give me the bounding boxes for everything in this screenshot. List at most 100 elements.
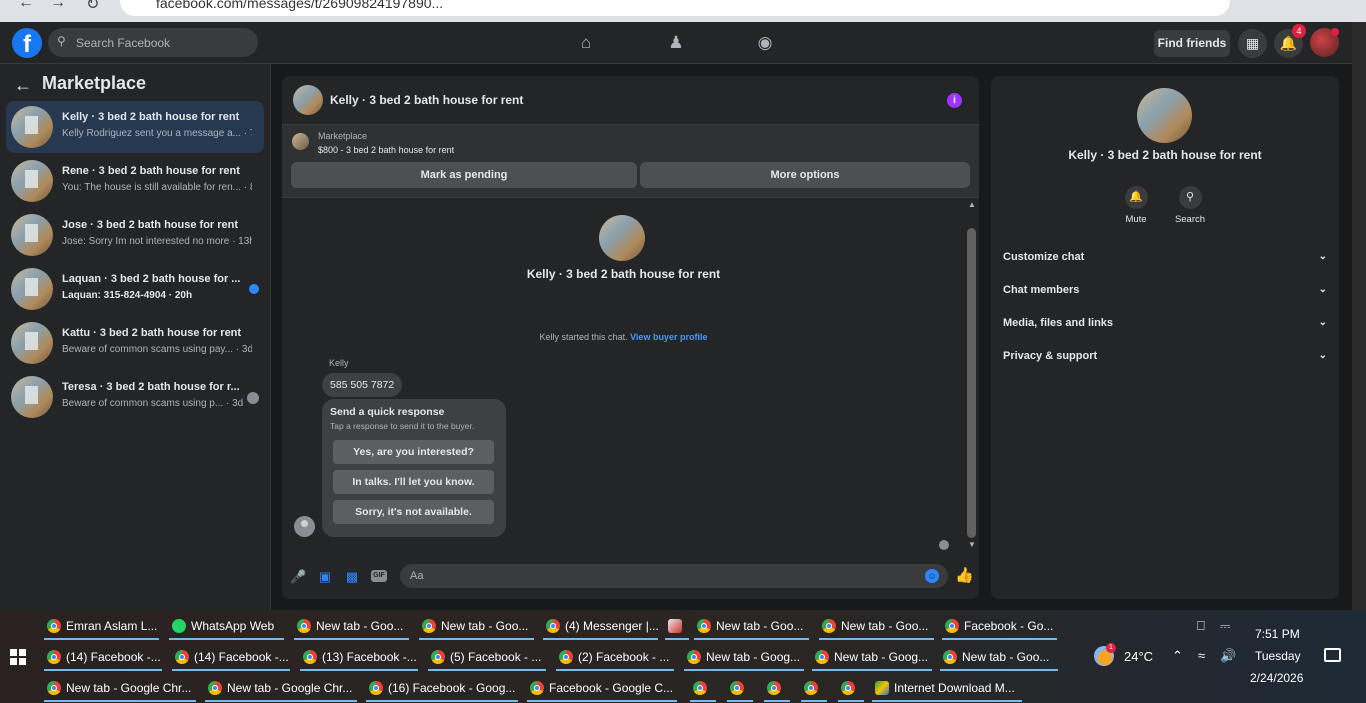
conversation-name: Teresa · 3 bed 2 bath house for r... (62, 381, 240, 393)
chat-title[interactable]: Kelly · 3 bed 2 bath house for rent (330, 93, 523, 107)
taskbar-window[interactable]: New tab - Goo... (819, 612, 934, 640)
mute-action[interactable]: 🔔 Mute (1106, 186, 1166, 225)
find-friends-button[interactable]: Find friends (1154, 30, 1230, 57)
photo-icon[interactable]: ▣ (317, 569, 333, 585)
chat-members-section[interactable]: Chat members ⌄ (1003, 284, 1327, 302)
quick-response-in-talks-button[interactable]: In talks. I'll let you know. (333, 470, 494, 494)
listing-thumbnail (11, 376, 53, 418)
chat-panel: Kelly · 3 bed 2 bath house for rent i Ma… (282, 76, 979, 599)
taskbar-window[interactable]: New tab - Goo... (294, 612, 409, 640)
tray-device-icon[interactable]: ⎕ (1197, 618, 1205, 634)
taskbar-window[interactable]: (14) Facebook -... (44, 643, 162, 671)
taskbar-window[interactable] (801, 674, 827, 702)
tray-battery-icon[interactable]: ⎓ (1220, 618, 1230, 634)
taskbar-window[interactable]: (5) Facebook - ... (428, 643, 546, 671)
conversation-item-jose[interactable]: Jose · 3 bed 2 bath house for rent Jose:… (6, 209, 264, 261)
taskbar-window[interactable]: Facebook - Go... (942, 612, 1057, 640)
taskbar-window[interactable]: New tab - Goo... (694, 612, 809, 640)
listing-price-title[interactable]: $800 - 3 bed 2 bath house for rent (318, 145, 454, 155)
taskbar-window[interactable]: New tab - Goo... (940, 643, 1058, 671)
taskbar-window[interactable]: (14) Facebook -... (172, 643, 290, 671)
more-options-button[interactable]: More options (640, 162, 970, 188)
chrome-icon (431, 650, 445, 664)
friends-icon[interactable]: ♟ (664, 31, 688, 55)
quick-response-not-available-button[interactable]: Sorry, it's not available. (333, 500, 494, 524)
facebook-logo-icon[interactable]: f (12, 28, 42, 58)
gif-icon[interactable]: GIF (371, 570, 387, 582)
search-box[interactable]: ⚲ (48, 28, 258, 57)
taskbar-window[interactable] (690, 674, 716, 702)
chat-scrollbar[interactable]: ▲ ▼ (965, 200, 979, 555)
privacy-support-section[interactable]: Privacy & support ⌄ (1003, 350, 1327, 368)
scroll-down-icon[interactable]: ▼ (968, 540, 976, 549)
view-buyer-profile-link[interactable]: View buyer profile (630, 332, 707, 342)
search-action[interactable]: ⚲ Search (1160, 186, 1220, 225)
internet-download-manager-icon (875, 681, 889, 695)
taskbar-window[interactable]: New tab - Google Chr... (44, 674, 196, 702)
home-icon[interactable]: ⌂ (574, 31, 598, 55)
taskbar-window[interactable]: New tab - Google Chr... (205, 674, 357, 702)
search-icon[interactable]: ⚲ (1178, 186, 1202, 209)
taskbar-window[interactable]: Internet Download M... (872, 674, 1022, 702)
conversation-item-laquan[interactable]: Laquan · 3 bed 2 bath house for ... Laqu… (6, 263, 264, 315)
action-center-icon[interactable] (1324, 648, 1341, 662)
temperature-label[interactable]: 24°C (1124, 649, 1153, 664)
address-bar[interactable]: facebook.com/messages/t/26909824197890..… (120, 0, 1230, 16)
conversation-item-kattu[interactable]: Kattu · 3 bed 2 bath house for rent Bewa… (6, 317, 264, 369)
taskbar-window[interactable]: New tab - Goog... (684, 643, 804, 671)
scroll-up-icon[interactable]: ▲ (968, 200, 976, 209)
clock-date[interactable]: 2/24/2026 (1250, 671, 1303, 685)
info-icon[interactable]: i (947, 93, 962, 108)
menu-grid-icon[interactable]: ▦ (1238, 29, 1267, 58)
page-scrollbar[interactable] (1352, 22, 1366, 610)
listing-thumbnail[interactable] (292, 133, 309, 150)
media-files-links-section[interactable]: Media, files and links ⌄ (1003, 317, 1327, 335)
taskbar-window[interactable]: (13) Facebook -... (300, 643, 418, 671)
taskbar-window[interactable] (665, 612, 689, 640)
listing-thumbnail (11, 268, 53, 310)
message-bubble[interactable]: 585 505 7872 (322, 373, 403, 397)
taskbar-window[interactable]: Facebook - Google C... (527, 674, 677, 702)
mark-as-pending-button[interactable]: Mark as pending (291, 162, 637, 188)
customize-chat-section[interactable]: Customize chat ⌄ (1003, 251, 1327, 269)
thumbs-up-icon[interactable]: 👍 (955, 566, 974, 584)
taskbar-window[interactable] (764, 674, 790, 702)
bell-icon[interactable]: 🔔 (1124, 186, 1148, 209)
microphone-icon[interactable]: 🎤 (290, 569, 306, 585)
wifi-icon[interactable]: ≈ (1198, 648, 1205, 663)
taskbar-window-label: Internet Download M... (894, 681, 1015, 695)
groups-icon[interactable]: ◉ (753, 31, 777, 55)
chrome-icon (175, 650, 189, 664)
conversation-item-kelly[interactable]: Kelly · 3 bed 2 bath house for rent Kell… (6, 101, 264, 153)
chevron-up-icon[interactable]: ⌃ (1172, 648, 1183, 664)
volume-icon[interactable]: 🔊 (1220, 648, 1236, 664)
search-input[interactable] (74, 28, 254, 57)
sender-avatar[interactable] (294, 516, 315, 537)
windows-start-icon[interactable] (10, 649, 26, 665)
taskbar-window[interactable] (727, 674, 753, 702)
quick-response-yes-button[interactable]: Yes, are you interested? (333, 440, 494, 464)
taskbar-window[interactable]: New tab - Goog... (812, 643, 932, 671)
scroll-thumb[interactable] (967, 228, 976, 538)
chrome-icon (369, 681, 383, 695)
back-arrow-icon[interactable]: ← (14, 75, 32, 96)
clock-day[interactable]: Tuesday (1255, 649, 1301, 663)
back-icon[interactable]: ← (18, 0, 34, 12)
taskbar-window[interactable]: New tab - Goo... (419, 612, 534, 640)
conversation-item-rene[interactable]: Rene · 3 bed 2 bath house for rent You: … (6, 155, 264, 207)
taskbar-window[interactable] (838, 674, 864, 702)
taskbar-window[interactable]: Emran Aslam L... (44, 612, 159, 640)
message-input[interactable] (400, 564, 948, 588)
taskbar-window[interactable]: (2) Facebook - ... (556, 643, 674, 671)
taskbar-window[interactable]: WhatsApp Web (169, 612, 284, 640)
clock-time[interactable]: 7:51 PM (1255, 627, 1300, 641)
emoji-icon[interactable]: ☺ (925, 569, 939, 583)
conversation-item-teresa[interactable]: Teresa · 3 bed 2 bath house for r... Bew… (6, 371, 264, 423)
taskbar-window[interactable]: (16) Facebook - Goog... (366, 674, 518, 702)
forward-icon[interactable]: → (50, 0, 66, 12)
taskbar-window[interactable]: (4) Messenger |... (543, 612, 658, 640)
reload-icon[interactable]: ↻ (86, 0, 99, 14)
chat-thumbnail[interactable] (293, 85, 323, 115)
sticker-icon[interactable]: ▩ (344, 569, 360, 585)
taskbar-window-label: (2) Facebook - ... (578, 650, 670, 664)
